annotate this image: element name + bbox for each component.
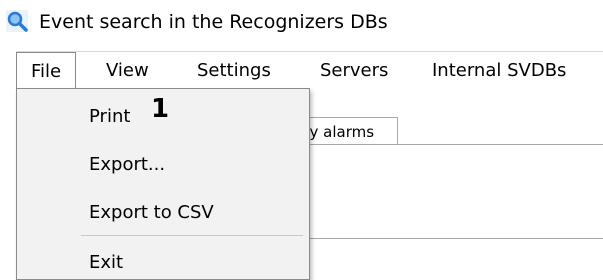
tab-strip-border bbox=[295, 144, 603, 145]
menu-item-print[interactable]: Print bbox=[89, 105, 130, 129]
menu-settings[interactable]: Settings bbox=[183, 52, 285, 90]
annotation-callout: 1 bbox=[151, 94, 170, 124]
menu-servers[interactable]: Servers bbox=[306, 52, 402, 90]
menu-separator bbox=[81, 235, 303, 236]
panel-divider bbox=[295, 238, 603, 239]
menu-icon-gutter bbox=[17, 89, 71, 279]
menu-file[interactable]: File bbox=[16, 52, 77, 90]
magnifier-icon bbox=[6, 10, 28, 32]
window-title: Event search in the Recognizers DBs bbox=[39, 11, 388, 33]
menu-bar: File View Settings Servers Internal SVDB… bbox=[16, 51, 603, 90]
title-bar: Event search in the Recognizers DBs bbox=[0, 0, 603, 44]
menu-view[interactable]: View bbox=[92, 52, 163, 90]
menu-internal-svdbs[interactable]: Internal SVDBs bbox=[418, 52, 580, 90]
menu-item-exit[interactable]: Exit bbox=[89, 251, 123, 275]
tab-by-alarms[interactable]: by alarms bbox=[295, 117, 398, 145]
menu-item-export[interactable]: Export... bbox=[89, 153, 165, 177]
menu-item-export-csv[interactable]: Export to CSV bbox=[89, 201, 214, 225]
